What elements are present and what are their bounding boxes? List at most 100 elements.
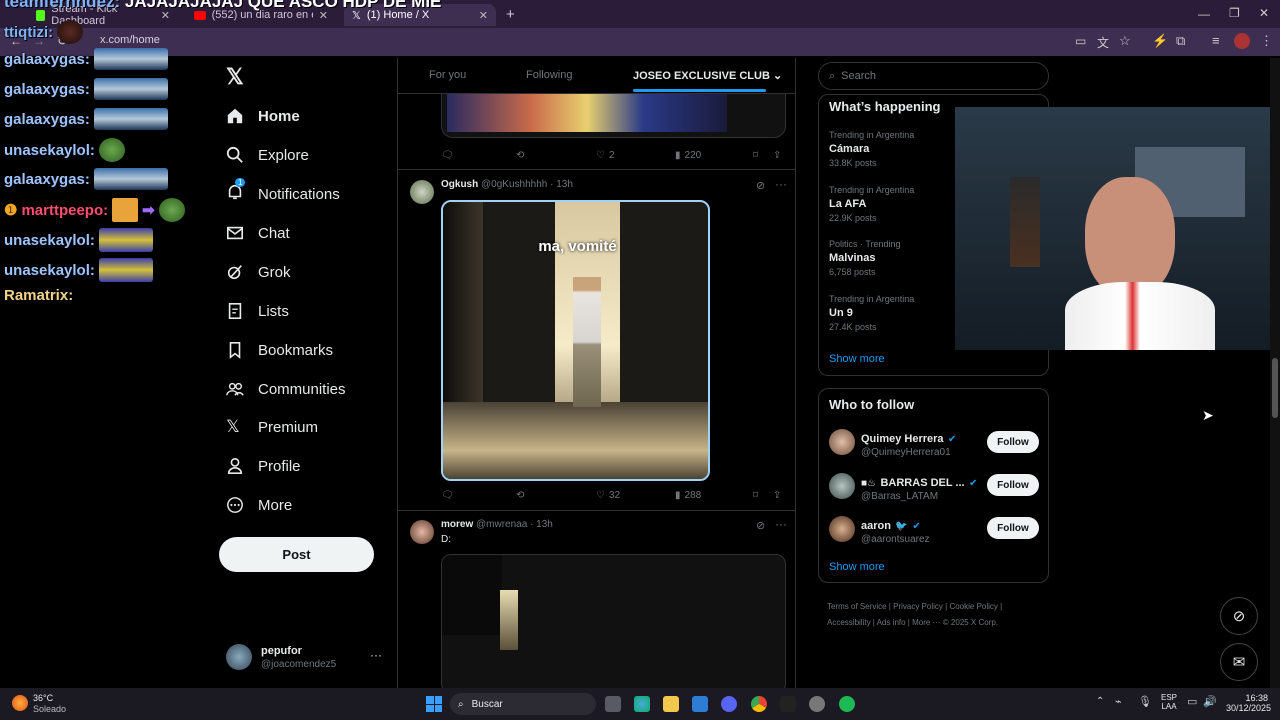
tab-following[interactable]: Following	[526, 69, 572, 81]
tab-joseo-club[interactable]: JOSEO EXCLUSIVE CLUB ⌄	[633, 69, 782, 82]
nav-more[interactable]: More	[226, 494, 292, 516]
scrollbar[interactable]	[1270, 58, 1280, 688]
new-tab-icon[interactable]: +	[506, 6, 515, 23]
display-icon[interactable]: ▭	[1187, 695, 1197, 708]
nav-lists[interactable]: Lists	[226, 300, 289, 322]
translate-icon[interactable]: 文	[1097, 34, 1109, 51]
window-close-icon[interactable]: ✕	[1259, 6, 1269, 20]
trend-item[interactable]: Politics · Trending Malvinas 6,758 posts	[829, 239, 901, 277]
media-icon[interactable]: ≡	[1212, 33, 1220, 48]
footer-link[interactable]: Ads info	[877, 618, 906, 627]
follow-button[interactable]: Follow	[987, 474, 1039, 496]
views[interactable]: ▮ 288	[675, 490, 701, 501]
weather-temp[interactable]: 36°C	[33, 693, 53, 703]
maximize-icon[interactable]: ❐	[1229, 6, 1240, 20]
menu-icon[interactable]: ⋮	[1260, 33, 1273, 49]
store-icon[interactable]	[692, 696, 708, 712]
mic-icon[interactable]: 🎙	[1138, 695, 1152, 708]
minimize-icon[interactable]: —	[1198, 7, 1210, 21]
bookmark-icon[interactable]: ⌑	[753, 150, 758, 161]
avatar[interactable]	[829, 473, 855, 499]
show-more-link[interactable]: Show more	[829, 561, 885, 573]
puzzle-icon[interactable]: ⧉	[1176, 33, 1185, 49]
follow-suggestion[interactable]: ■♨ BARRAS DEL ... ✔ @Barras_LATAM	[861, 473, 977, 502]
like-button[interactable]: ♡ 32	[596, 490, 620, 501]
post-media[interactable]	[441, 554, 786, 688]
follow-suggestion[interactable]: Quimey Herrera ✔ @QuimeyHerrera01	[861, 429, 956, 458]
footer-link[interactable]: Terms of Service	[827, 602, 887, 611]
avatar[interactable]	[410, 180, 434, 204]
views[interactable]: ▮ 220	[675, 150, 701, 161]
messages-float-button[interactable]: ✉	[1220, 643, 1258, 681]
tab-for-you[interactable]: For you	[429, 69, 466, 81]
share-icon[interactable]: ⇪	[773, 150, 781, 161]
nav-communities[interactable]: Communities	[226, 378, 346, 400]
explorer-icon[interactable]	[663, 696, 679, 712]
chevron-up-icon[interactable]: ⌃	[1096, 696, 1104, 707]
post-button[interactable]: Post	[219, 537, 374, 572]
retweet-icon[interactable]: ⟲	[516, 150, 524, 161]
nav-home[interactable]: Home	[226, 105, 300, 127]
grok-float-button[interactable]: ⊘	[1220, 597, 1258, 635]
network-icon[interactable]: ⌁	[1115, 695, 1122, 708]
more-dots-icon[interactable]: ···	[370, 648, 382, 662]
nav-premium[interactable]: 𝕏 Premium	[226, 416, 318, 438]
grok-icon[interactable]: ⊘	[756, 179, 765, 192]
nav-grok[interactable]: Grok	[226, 261, 291, 283]
post-media[interactable]: ma, vomité	[441, 200, 710, 481]
screenshot-icon[interactable]: ▭	[1075, 34, 1086, 48]
weather-desc[interactable]: Soleado	[33, 704, 66, 714]
show-more-link[interactable]: Show more	[829, 353, 885, 365]
discord-icon[interactable]	[721, 696, 737, 712]
reply-icon[interactable]: 🗨	[441, 490, 454, 501]
obs-icon[interactable]	[780, 696, 796, 712]
more-dots-icon[interactable]: ···	[775, 177, 787, 191]
more-dots-icon[interactable]: ···	[775, 517, 787, 531]
like-button[interactable]: ♡ 2	[596, 150, 615, 161]
volume-icon[interactable]: 🔊	[1203, 695, 1217, 708]
account-switcher[interactable]: pepufor @joacomendez5 ···	[226, 644, 391, 674]
verified-icon: ✔	[969, 478, 978, 489]
windows-start-icon[interactable]	[426, 696, 442, 712]
avatar[interactable]	[829, 516, 855, 542]
follow-button[interactable]: Follow	[987, 431, 1039, 453]
trend-item[interactable]: Trending in Argentina Cámara 33.8K posts	[829, 130, 914, 168]
grok-icon[interactable]: ⊘	[756, 519, 765, 532]
follow-suggestion[interactable]: aaron 🐦 ✔ @aarontsuarez	[861, 516, 930, 545]
edge-icon[interactable]	[634, 696, 650, 712]
spotify-icon[interactable]	[839, 696, 855, 712]
close-icon[interactable]: ✕	[479, 9, 488, 22]
footer-link[interactable]: More ···	[912, 618, 940, 627]
taskbar-search[interactable]: ⌕ Buscar	[450, 693, 596, 715]
app-icon[interactable]	[809, 696, 825, 712]
retweet-icon[interactable]: ⟲	[516, 490, 524, 501]
follow-button[interactable]: Follow	[987, 517, 1039, 539]
taskview-icon[interactable]	[605, 696, 621, 712]
weather-sun-icon[interactable]	[12, 695, 28, 711]
profile-avatar[interactable]	[1234, 33, 1250, 49]
footer-link[interactable]: Cookie Policy	[949, 602, 997, 611]
post-media[interactable]	[441, 94, 786, 138]
nav-bookmarks[interactable]: Bookmarks	[226, 339, 333, 361]
footer-link[interactable]: Privacy Policy	[893, 602, 943, 611]
footer-link[interactable]: Accessibility	[827, 618, 871, 627]
reply-icon[interactable]: 🗨	[441, 150, 454, 161]
extension-icon[interactable]: ⚡	[1152, 33, 1168, 49]
nav-profile[interactable]: Profile	[226, 455, 301, 477]
avatar[interactable]	[410, 520, 434, 544]
nav-notifications[interactable]: 1 Notifications	[226, 178, 340, 205]
trend-item[interactable]: Trending in Argentina Un 9 27.4K posts	[829, 294, 914, 332]
share-icon[interactable]: ⇪	[773, 490, 781, 501]
bookmark-icon[interactable]: ⌑	[753, 490, 758, 501]
nav-chat[interactable]: Chat	[226, 222, 290, 244]
clock[interactable]: 16:38 30/12/2025	[1226, 693, 1271, 713]
nav-explore[interactable]: Explore	[226, 144, 309, 166]
search-input[interactable]: ⌕ Search	[818, 62, 1049, 90]
trend-item[interactable]: Trending in Argentina La AFA 22.9K posts	[829, 185, 914, 223]
chrome-icon[interactable]	[751, 696, 767, 712]
avatar[interactable]	[829, 429, 855, 455]
star-icon[interactable]: ☆	[1119, 33, 1131, 49]
scrollbar-thumb[interactable]	[1272, 358, 1278, 418]
language-indicator[interactable]: ESP LAA	[1161, 693, 1177, 711]
x-logo[interactable]: 𝕏	[226, 64, 244, 90]
